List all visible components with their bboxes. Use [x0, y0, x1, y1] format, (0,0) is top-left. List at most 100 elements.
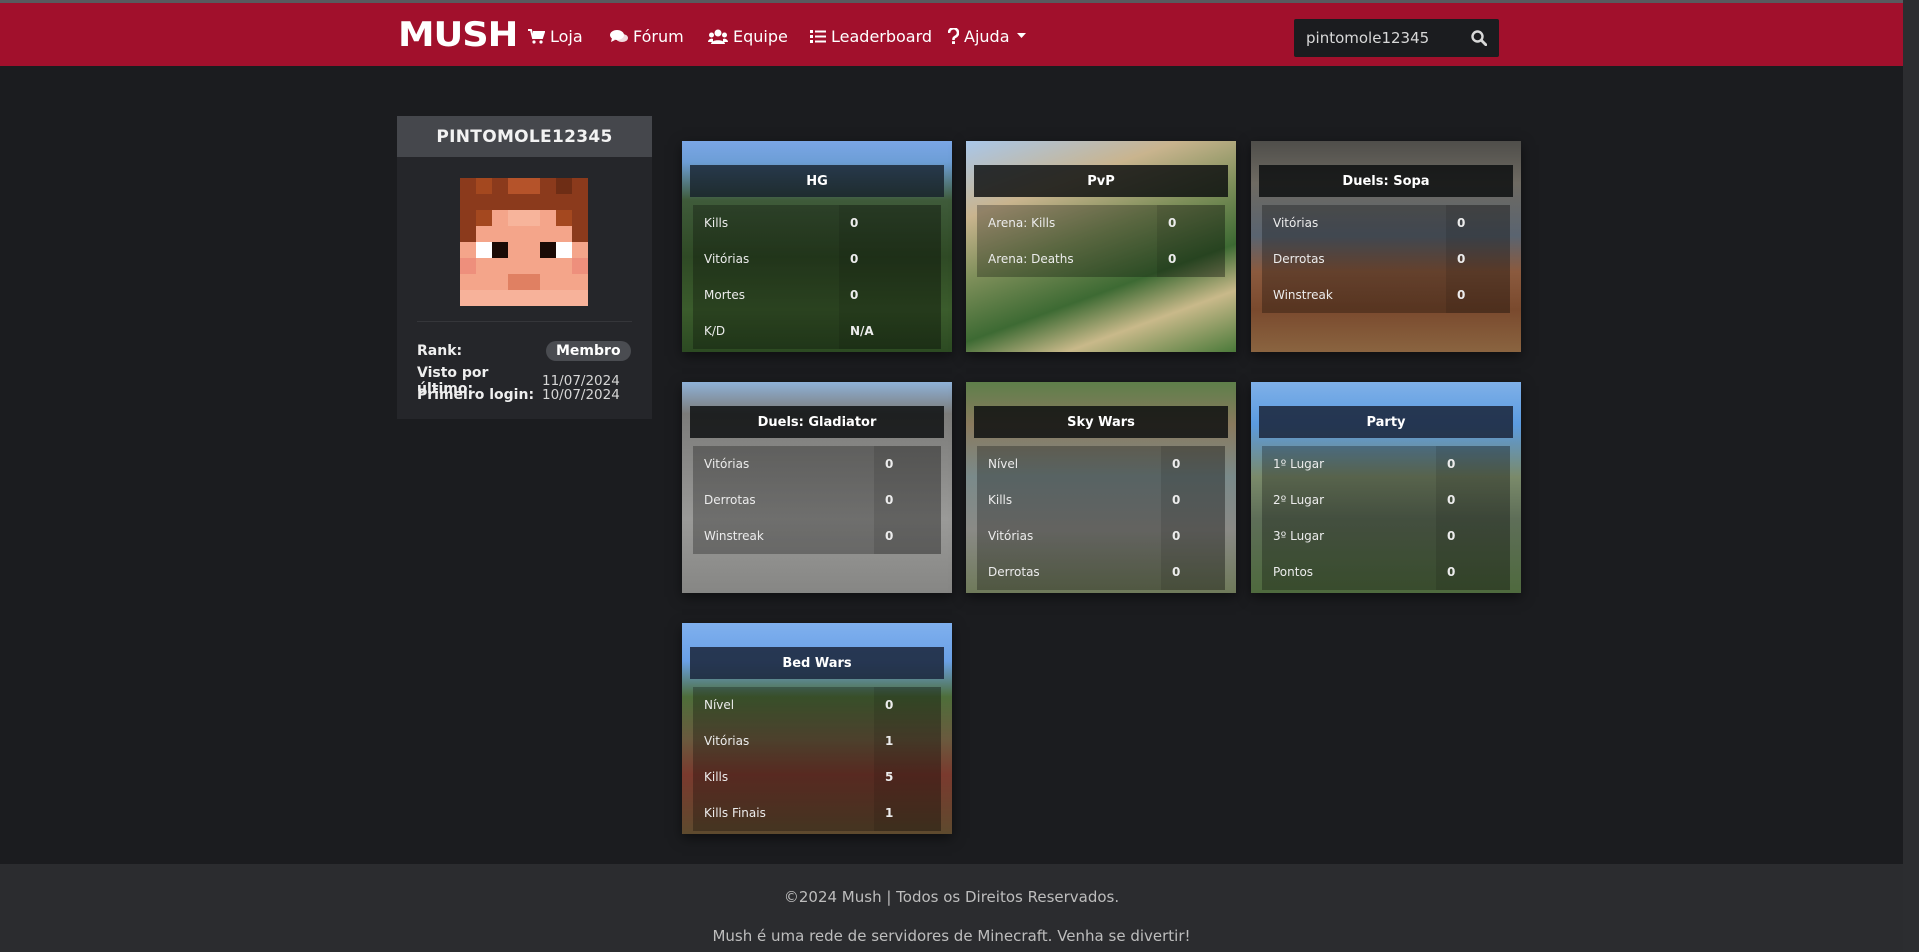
- card-title: Bed Wars: [690, 647, 944, 679]
- stats-table: Nível 0 Vitórias 1 Kills 5 Kills Finais 1: [693, 687, 941, 831]
- stat-value: 0: [1436, 518, 1510, 554]
- stat-value: 0: [1436, 446, 1510, 482]
- stat-value: N/A: [839, 313, 941, 349]
- stat-label: Winstreak: [693, 518, 874, 554]
- stat-label: Vitórias: [693, 723, 874, 759]
- first-login-label: Primeiro login:: [417, 387, 535, 403]
- nav-equipe-label: Equipe: [733, 26, 788, 46]
- table-row: Pontos 0: [1262, 554, 1510, 590]
- table-row: Vitórias 0: [977, 518, 1225, 554]
- player-skin-avatar: [460, 178, 588, 306]
- stat-label: Vitórias: [693, 446, 874, 482]
- rank-badge: Membro: [546, 341, 631, 361]
- stats-card-sky-wars: Sky Wars Nível 0 Kills 0 Vitórias 0 Derrota…: [966, 382, 1236, 593]
- stats-table: Nível 0 Kills 0 Vitórias 0 Derrotas 0: [977, 446, 1225, 590]
- mush-logo[interactable]: MUSH: [398, 18, 518, 52]
- table-row: Arena: Deaths 0: [977, 241, 1225, 277]
- stat-value: 0: [839, 277, 941, 313]
- stat-label: Kills Finais: [693, 795, 874, 831]
- rank-label: Rank:: [417, 343, 463, 359]
- stat-value: 0: [874, 482, 941, 518]
- nav-ajuda-label: Ajuda: [964, 26, 1010, 46]
- stat-label: Vitórias: [1262, 205, 1446, 241]
- cart-icon: [528, 28, 545, 44]
- stat-label: Kills: [977, 482, 1161, 518]
- stats-table: 1º Lugar 0 2º Lugar 0 3º Lugar 0 Pontos 0: [1262, 446, 1510, 590]
- users-icon: [708, 29, 728, 44]
- nav-ajuda[interactable]: Ajuda: [948, 25, 1031, 47]
- stat-label: Nível: [977, 446, 1161, 482]
- stat-value: 0: [874, 446, 941, 482]
- stat-label: Winstreak: [1262, 277, 1446, 313]
- stat-label: Vitórias: [977, 518, 1161, 554]
- first-login-value: 10/07/2024: [542, 387, 620, 403]
- footer-copyright: ©2024 Mush | Todos os Direitos Reservado…: [783, 888, 1120, 906]
- comments-icon: [610, 29, 628, 42]
- navbar: MUSH Loja Fórum Equipe Leaderboard Ajuda: [0, 3, 1903, 66]
- stat-value: 0: [1436, 554, 1510, 590]
- table-row: Winstreak 0: [1262, 277, 1510, 313]
- card-title: Duels: Sopa: [1259, 165, 1513, 197]
- profile-divider: [417, 321, 632, 322]
- question-icon: [948, 28, 959, 44]
- footer-tagline: Mush é uma rede de servidores de Minecra…: [712, 927, 1191, 945]
- stat-value: 0: [1161, 482, 1225, 518]
- stat-label: Kills: [693, 759, 874, 795]
- table-row: 2º Lugar 0: [1262, 482, 1510, 518]
- stat-label: Vitórias: [693, 241, 839, 277]
- caret-down-icon: [1016, 33, 1026, 38]
- table-row: 3º Lugar 0: [1262, 518, 1510, 554]
- stat-value: 0: [874, 518, 941, 554]
- table-row: Derrotas 0: [693, 482, 941, 518]
- scrollbar[interactable]: [1903, 0, 1919, 952]
- table-row: Vitórias 0: [1262, 205, 1510, 241]
- stat-label: Derrotas: [977, 554, 1161, 590]
- stat-label: Mortes: [693, 277, 839, 313]
- table-row: Kills Finais 1: [693, 795, 941, 831]
- card-title: Party: [1259, 406, 1513, 438]
- stat-value: 5: [874, 759, 941, 795]
- stat-label: 2º Lugar: [1262, 482, 1436, 518]
- profile-first-login-row: Primeiro login: 10/07/2024: [417, 387, 620, 403]
- nav-leaderboard-label: Leaderboard: [831, 26, 933, 46]
- card-title: Sky Wars: [974, 406, 1228, 438]
- stat-value: 0: [839, 205, 941, 241]
- nav-equipe[interactable]: Equipe: [708, 25, 788, 47]
- stat-label: Derrotas: [693, 482, 874, 518]
- stat-label: K/D: [693, 313, 839, 349]
- table-row: Derrotas 0: [977, 554, 1225, 590]
- stat-value: 0: [1446, 205, 1510, 241]
- search-box: [1294, 19, 1499, 57]
- stats-card-pvp: PvP Arena: Kills 0 Arena: Deaths 0: [966, 141, 1236, 352]
- stats-table: Arena: Kills 0 Arena: Deaths 0: [977, 205, 1225, 277]
- nav-forum-label: Fórum: [633, 26, 684, 46]
- nav-leaderboard[interactable]: Leaderboard: [810, 25, 932, 47]
- table-row: Nível 0: [693, 687, 941, 723]
- stat-value: 0: [1161, 518, 1225, 554]
- stat-label: Derrotas: [1262, 241, 1446, 277]
- stat-value: 0: [1157, 205, 1225, 241]
- stat-value: 0: [874, 687, 941, 723]
- nav-loja-label: Loja: [550, 26, 583, 46]
- list-icon: [810, 29, 826, 43]
- stat-value: 1: [874, 795, 941, 831]
- search-input[interactable]: [1294, 19, 1459, 57]
- footer: ©2024 Mush | Todos os Direitos Reservado…: [0, 864, 1903, 952]
- stats-table: Vitórias 0 Derrotas 0 Winstreak 0: [693, 446, 941, 554]
- stat-value: 0: [839, 241, 941, 277]
- stat-label: 1º Lugar: [1262, 446, 1436, 482]
- table-row: Vitórias 1: [693, 723, 941, 759]
- nav-loja[interactable]: Loja: [528, 25, 583, 47]
- stats-table: Kills 0 Vitórias 0 Mortes 0 K/D N/A: [693, 205, 941, 349]
- stat-value: 0: [1161, 554, 1225, 590]
- table-row: Kills 5: [693, 759, 941, 795]
- table-row: Derrotas 0: [1262, 241, 1510, 277]
- stats-table: Vitórias 0 Derrotas 0 Winstreak 0: [1262, 205, 1510, 313]
- stats-card-duels-gladiator: Duels: Gladiator Vitórias 0 Derrotas 0 Win…: [682, 382, 952, 593]
- card-title: PvP: [974, 165, 1228, 197]
- nav-forum[interactable]: Fórum: [610, 25, 684, 47]
- profile-username: PINTOMOLE12345: [397, 116, 652, 157]
- search-button[interactable]: [1459, 19, 1499, 57]
- table-row: Nível 0: [977, 446, 1225, 482]
- stats-card-bed-wars: Bed Wars Nível 0 Vitórias 1 Kills 5 Kills F…: [682, 623, 952, 834]
